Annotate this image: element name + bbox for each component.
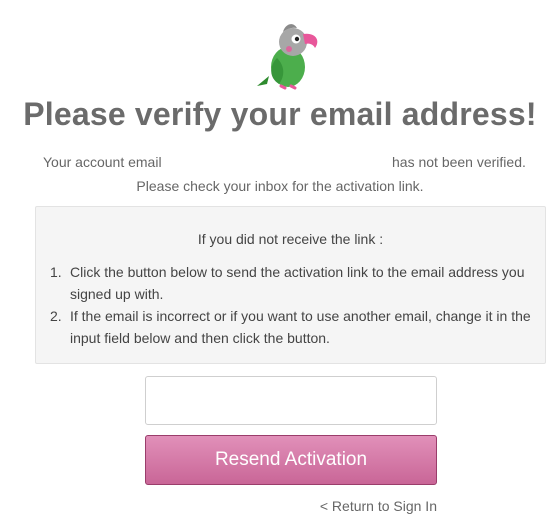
- page-title: Please verify your email address!: [23, 96, 537, 132]
- step-number: 1.: [50, 264, 62, 280]
- list-item: 1. Click the button below to send the ac…: [50, 261, 540, 305]
- step-text: Click the button below to send the activ…: [70, 264, 525, 302]
- message-prefix: Your account email: [43, 154, 162, 170]
- inbox-instruction: Please check your inbox for the activati…: [136, 178, 424, 194]
- resend-activation-button[interactable]: Resend Activation: [145, 435, 437, 485]
- help-steps-list: 1. Click the button below to send the ac…: [50, 261, 540, 349]
- parrot-logo-icon: [257, 24, 318, 90]
- help-panel-heading: If you did not receive the link :: [197, 231, 384, 247]
- step-number: 2.: [50, 308, 62, 324]
- return-to-sign-in-link[interactable]: < Return to Sign In: [320, 498, 437, 514]
- help-panel: If you did not receive the link : 1. Cli…: [35, 206, 546, 364]
- step-text: If the email is incorrect or if you want…: [70, 308, 531, 346]
- message-suffix: has not been verified.: [392, 154, 526, 170]
- email-input[interactable]: [145, 376, 437, 425]
- list-item: 2. If the email is incorrect or if you w…: [50, 305, 540, 349]
